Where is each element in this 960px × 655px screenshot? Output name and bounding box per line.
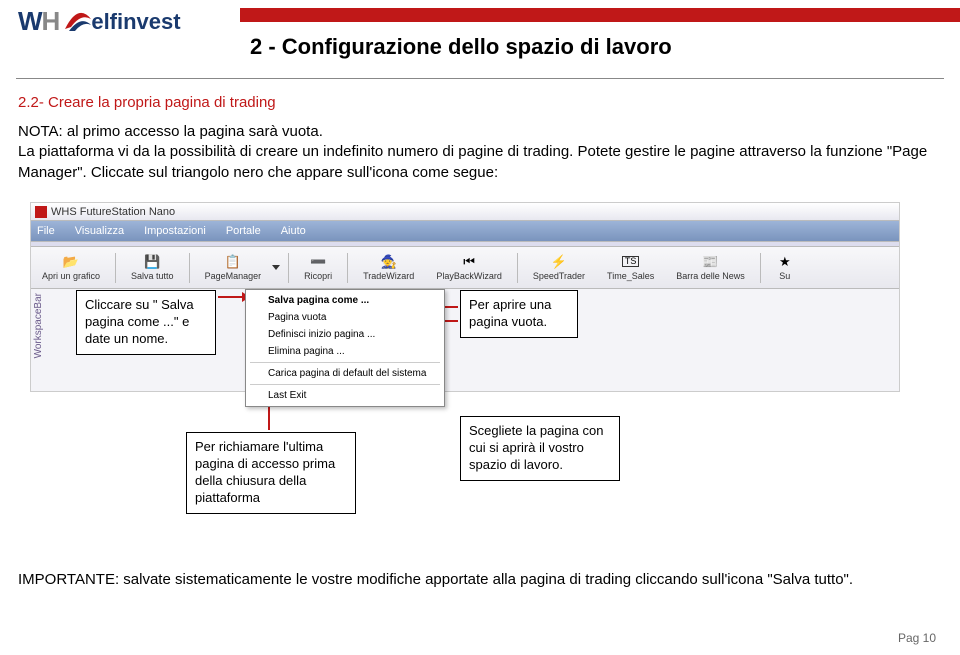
- toolbar-ricopri[interactable]: ➖ Ricopri: [297, 249, 339, 287]
- logo: WH elfinvest: [18, 6, 181, 37]
- toolbar-label: SpeedTrader: [533, 271, 585, 281]
- toolbar-sep: [115, 253, 116, 283]
- toolbar-salva-tutto[interactable]: 💾 Salva tutto: [124, 249, 181, 287]
- toolbar-sep: [517, 253, 518, 283]
- toolbar-sep: [288, 253, 289, 283]
- callout-last-exit: Per richiamare l'ultima pagina di access…: [186, 432, 356, 514]
- toolbar: 📂 Apri un grafico 💾 Salva tutto 📋 PageMa…: [31, 247, 899, 289]
- page-number: Pag 10: [898, 631, 936, 645]
- toolbar-label: Time_Sales: [607, 271, 654, 281]
- menu-visualizza[interactable]: Visualizza: [75, 225, 124, 237]
- arrow-icon: [218, 296, 242, 298]
- menu-elimina-pagina[interactable]: Elimina pagina ...: [246, 343, 444, 360]
- toolbar-label: Salva tutto: [131, 271, 174, 281]
- window-title: WHS FutureStation Nano: [51, 206, 175, 218]
- toolbar-label: Barra delle News: [676, 271, 745, 281]
- toolbar-label: Apri un grafico: [42, 271, 100, 281]
- toolbar-sep: [760, 253, 761, 283]
- menu-file[interactable]: File: [37, 225, 55, 237]
- toolbar-sep: [347, 253, 348, 283]
- callout-pagina-vuota: Per aprire una pagina vuota.: [460, 290, 578, 338]
- page-manager-icon: 📋: [225, 255, 241, 268]
- toolbar-trade-wizard[interactable]: 🧙 TradeWizard: [356, 249, 421, 287]
- toolbar-su[interactable]: ★ Su: [769, 249, 801, 287]
- menu-sep: [250, 384, 440, 385]
- menu-definisci-inizio[interactable]: Definisci inizio pagina ...: [246, 326, 444, 343]
- wizard-icon: 🧙: [381, 255, 397, 268]
- toolbar-label: PageManager: [205, 271, 262, 281]
- logo-text-h: H: [42, 6, 60, 37]
- logo-swoosh-icon: [63, 7, 93, 37]
- workspace-bar-label: WorkspaceBar: [33, 293, 44, 358]
- callout-text: Scegliete la pagina con cui si aprirà il…: [469, 423, 603, 472]
- callout-salva-pagina: Cliccare su " Salva pagina come ..." e d…: [76, 290, 216, 355]
- toolbar-barra-news[interactable]: 📰 Barra delle News: [669, 249, 752, 287]
- time-sales-icon: TS: [622, 256, 640, 267]
- toolbar-label: Su: [779, 271, 790, 281]
- important-note: IMPORTANTE: salvate sistematicamente le …: [18, 570, 938, 590]
- toolbar-label: TradeWizard: [363, 271, 414, 281]
- chevron-down-icon[interactable]: [272, 265, 280, 270]
- menu-last-exit[interactable]: Last Exit: [246, 387, 444, 404]
- section-subtitle: 2.2- Creare la propria pagina di trading: [18, 94, 276, 111]
- page-manager-menu: Salva pagina come ... Pagina vuota Defin…: [245, 289, 445, 407]
- star-icon: ★: [779, 255, 791, 268]
- horizontal-rule: [16, 78, 944, 79]
- menu-impostazioni[interactable]: Impostazioni: [144, 225, 206, 237]
- window-title-bar: WHS FutureStation Nano: [31, 203, 899, 221]
- toolbar-label: PlayBackWizard: [436, 271, 502, 281]
- body-paragraph: NOTA: al primo accesso la pagina sarà vu…: [18, 122, 938, 183]
- app-icon: [35, 206, 47, 218]
- save-icon: 💾: [144, 255, 160, 268]
- callout-text: Per richiamare l'ultima pagina di access…: [195, 439, 335, 505]
- menu-salva-pagina-come[interactable]: Salva pagina come ...: [246, 292, 444, 309]
- toolbar-time-sales[interactable]: TS Time_Sales: [600, 249, 661, 287]
- menu-bar: File Visualizza Impostazioni Portale Aiu…: [31, 221, 899, 241]
- menu-pagina-vuota[interactable]: Pagina vuota: [246, 309, 444, 326]
- red-header-strip: [240, 8, 960, 22]
- toolbar-sep: [189, 253, 190, 283]
- toolbar-playback-wizard[interactable]: ⏮ PlayBackWizard: [429, 249, 509, 287]
- section-title: 2 - Configurazione dello spazio di lavor…: [250, 34, 672, 60]
- menu-portale[interactable]: Portale: [226, 225, 261, 237]
- toolbar-apri-grafico[interactable]: 📂 Apri un grafico: [35, 249, 107, 287]
- folder-open-icon: 📂: [63, 255, 79, 268]
- toolbar-label: Ricopri: [304, 271, 332, 281]
- logo-text-w: W: [18, 6, 42, 37]
- menu-sep: [250, 362, 440, 363]
- menu-carica-default[interactable]: Carica pagina di default del sistema: [246, 365, 444, 382]
- callout-scegliete-pagina: Scegliete la pagina con cui si aprirà il…: [460, 416, 620, 481]
- toolbar-speed-trader[interactable]: ⚡ SpeedTrader: [526, 249, 592, 287]
- speed-icon: ⚡: [551, 255, 567, 268]
- toolbar-page-manager[interactable]: 📋 PageManager: [198, 249, 269, 287]
- menu-aiuto[interactable]: Aiuto: [281, 225, 306, 237]
- callout-text: Per aprire una pagina vuota.: [469, 297, 551, 329]
- minus-icon: ➖: [310, 255, 326, 268]
- callout-text: Cliccare su " Salva pagina come ..." e d…: [85, 297, 194, 346]
- news-icon: 📰: [702, 255, 718, 268]
- logo-text-brand: elfinvest: [91, 9, 180, 35]
- playback-icon: ⏮: [463, 255, 475, 268]
